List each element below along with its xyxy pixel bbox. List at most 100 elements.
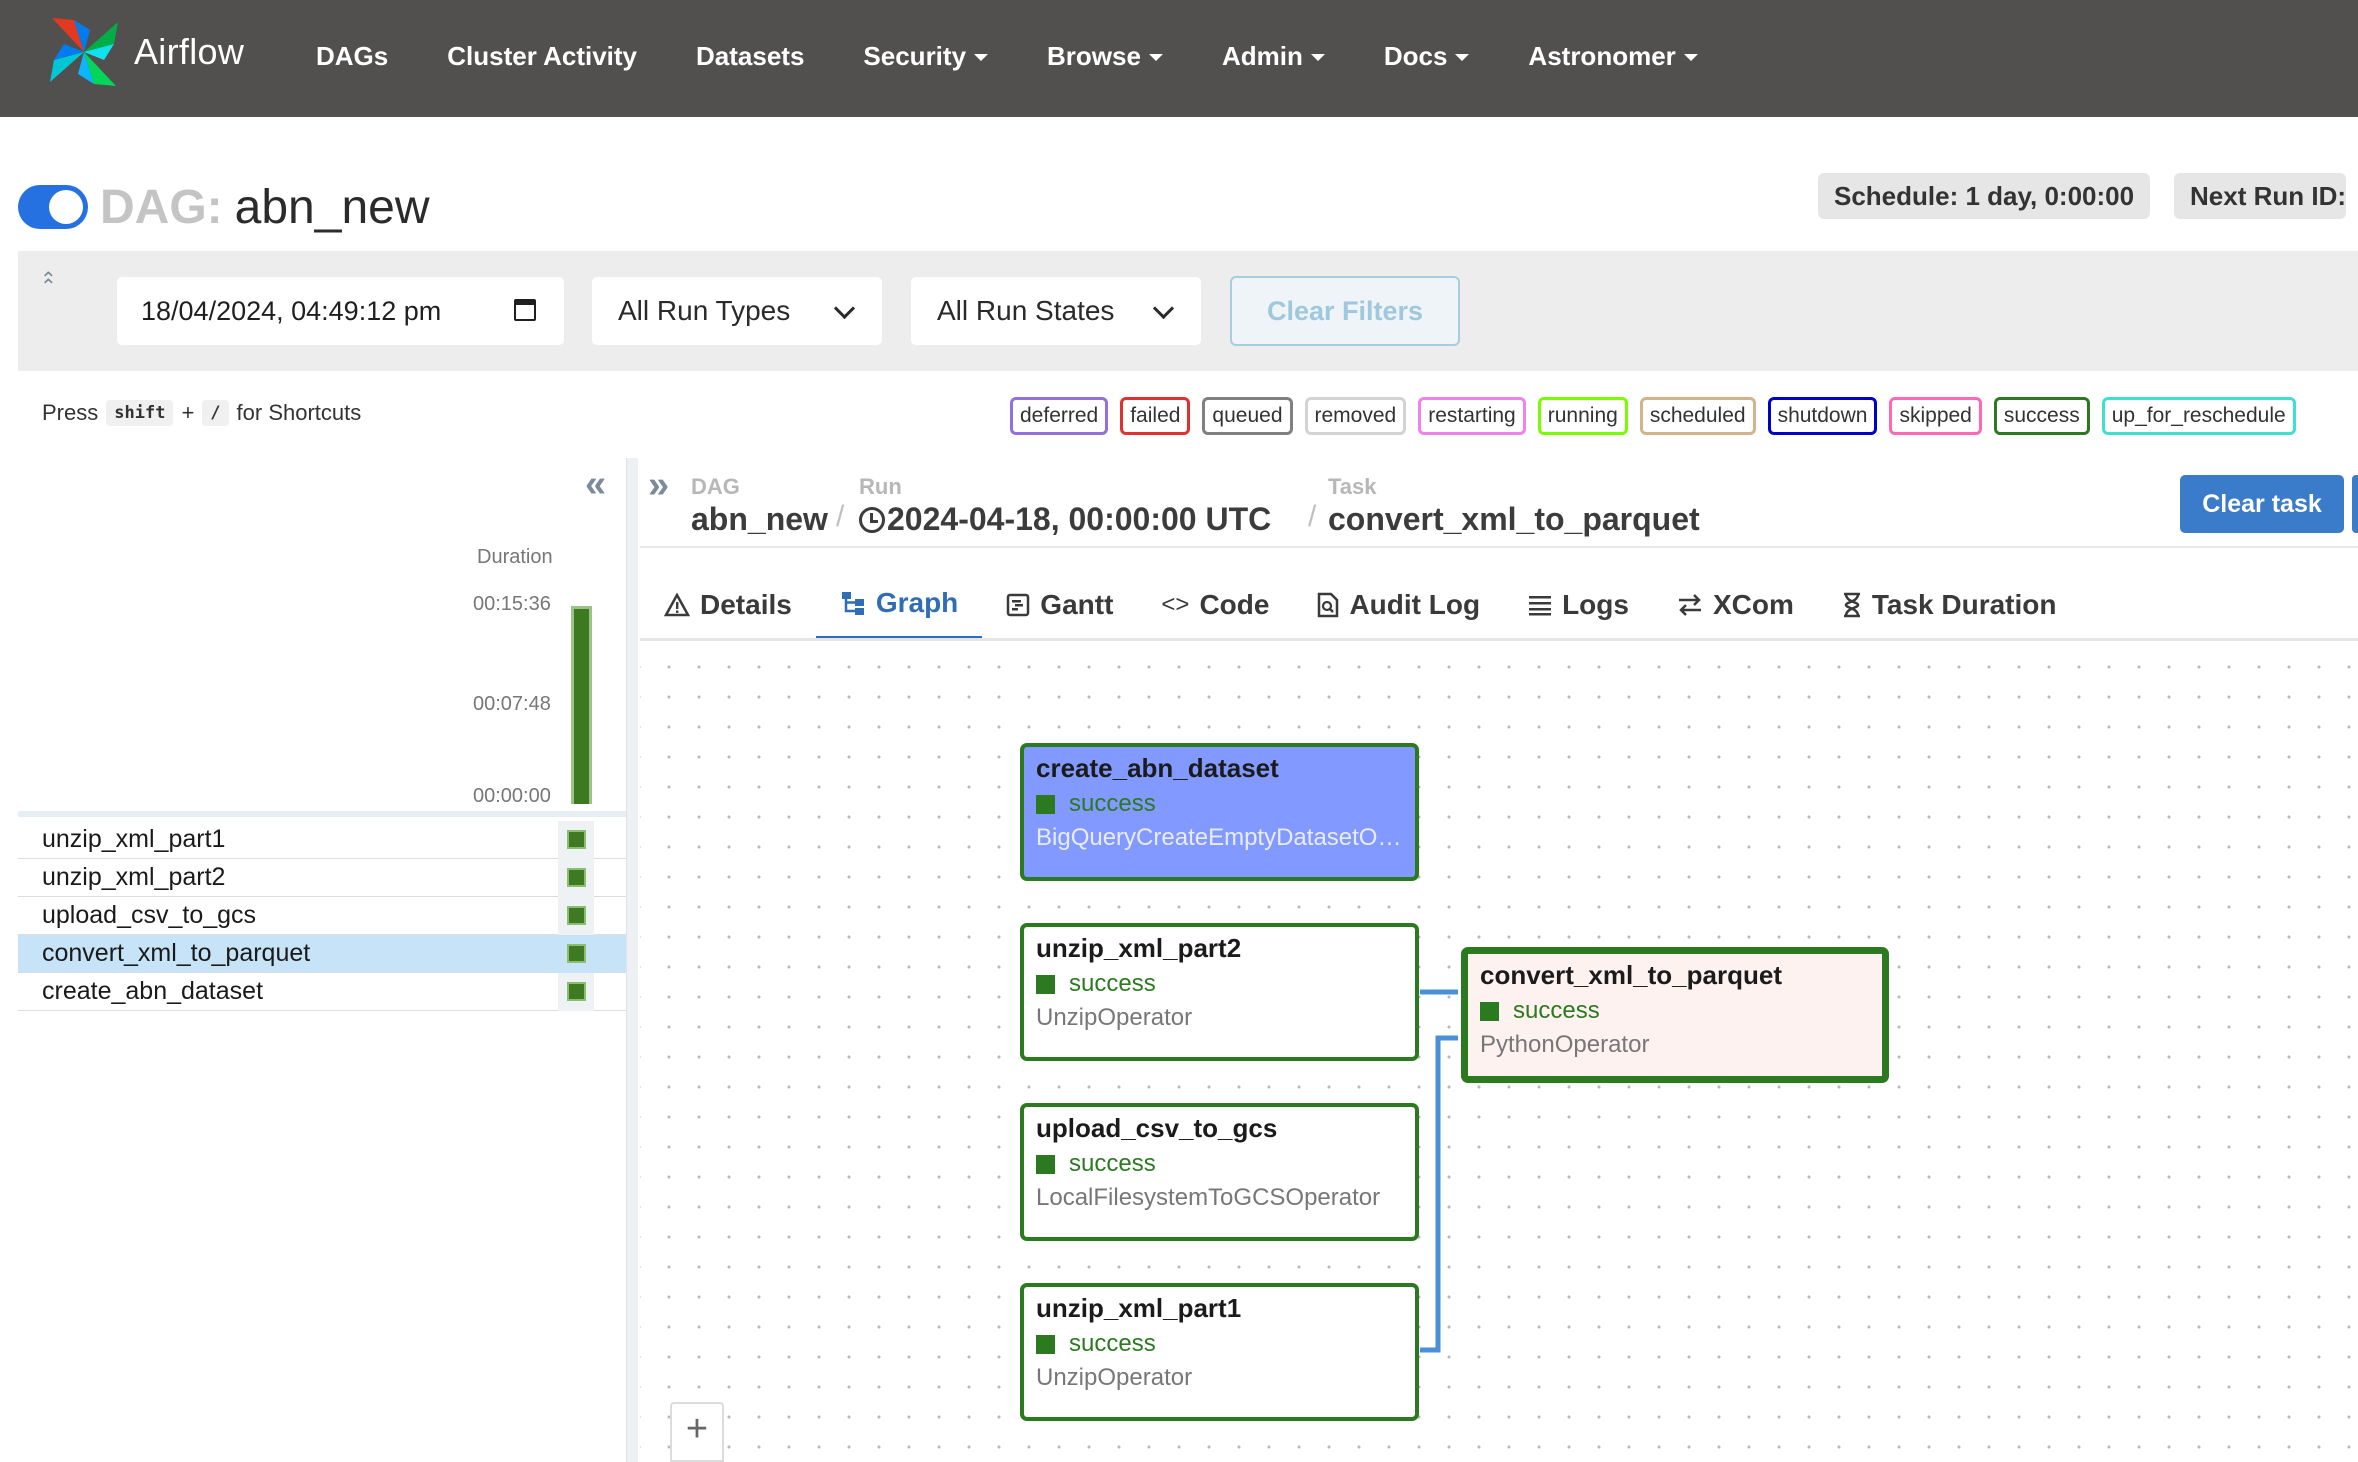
task-state-square-icon[interactable] [567, 868, 586, 887]
legend-removed[interactable]: removed [1304, 397, 1407, 435]
legend-deferred[interactable]: deferred [1010, 397, 1109, 435]
breadcrumb-task[interactable]: Task convert_xml_to_parquet [1328, 474, 1700, 538]
run-states-select[interactable]: All Run States [911, 277, 1201, 345]
nav-dags[interactable]: DAGs [316, 41, 388, 72]
tab-graph[interactable]: Graph [815, 570, 983, 640]
tab-details[interactable]: Details [640, 570, 816, 640]
node-name: upload_csv_to_gcs [1036, 1113, 1278, 1143]
task-row[interactable]: convert_xml_to_parquet [18, 935, 626, 973]
graph-node-selected[interactable]: convert_xml_to_parquet success PythonOpe… [1461, 947, 1889, 1083]
nav-security-label: Security [863, 40, 967, 71]
legend-restarting[interactable]: restarting [1418, 397, 1526, 435]
legend-skipped[interactable]: skipped [1889, 397, 1982, 435]
tab-audit-log[interactable]: Audit Log [1293, 570, 1504, 640]
tab-xcom[interactable]: XCom [1653, 570, 1818, 640]
nav-dags-label: DAGs [316, 40, 389, 71]
tab-code[interactable]: <> Code [1137, 570, 1293, 640]
tab-graph-label: Graph [875, 587, 959, 618]
legend-shutdown[interactable]: shutdown [1767, 397, 1878, 435]
graph-node[interactable]: upload_csv_to_gcs success LocalFilesyste… [1020, 1103, 1419, 1241]
nav-browse-label: Browse [1047, 40, 1141, 71]
graph-node[interactable]: unzip_xml_part1 success UnzipOperator [1020, 1283, 1419, 1421]
task-tabs: Details Graph Gantt <> Code Audit Log Lo… [640, 570, 2080, 640]
graph-node[interactable]: unzip_xml_part2 success UnzipOperator [1020, 923, 1419, 1061]
legend-up-for-reschedule[interactable]: up_for_reschedule [2101, 397, 2296, 435]
breadcrumb-run[interactable]: Run 2024-04-18, 00:00:00 UTC [859, 474, 1271, 538]
task-state-square-icon[interactable] [567, 944, 586, 963]
clear-filters-button[interactable]: Clear Filters [1230, 276, 1460, 346]
node-state: success [1036, 1330, 1403, 1358]
tab-gantt-label: Gantt [1040, 589, 1114, 620]
zoom-in-button[interactable]: + [670, 1402, 724, 1456]
node-operator: UnzipOperator [1036, 1364, 1193, 1391]
tab-logs[interactable]: Logs [1504, 570, 1653, 640]
nav-astronomer[interactable]: Astronomer [1528, 41, 1698, 72]
state-legend: deferred failed queued removed restarting run… [1010, 397, 2296, 435]
graph-node[interactable]: create_abn_dataset success BigQueryCreat… [1020, 743, 1419, 881]
nav-docs[interactable]: Docs [1384, 41, 1470, 72]
caret-down-icon [1683, 54, 1698, 61]
legend-failed[interactable]: failed [1120, 397, 1191, 435]
nav-security[interactable]: Security [863, 40, 989, 72]
expand-grid-icon[interactable]: » [648, 466, 669, 504]
next-run-badge[interactable]: Next Run ID: [2174, 173, 2346, 219]
task-state-square-icon[interactable] [567, 906, 586, 925]
nav-admin[interactable]: Admin [1222, 41, 1325, 72]
tab-task-duration[interactable]: Task Duration [1818, 570, 2081, 640]
dag-graph-canvas[interactable]: create_abn_dataset success BigQueryCreat… [640, 642, 2358, 1462]
task-row[interactable]: unzip_xml_part1 [18, 821, 626, 859]
nav-datasets[interactable]: Datasets [696, 41, 804, 72]
collapse-grid-icon[interactable]: « [585, 465, 606, 503]
base-date-value: 18/04/2024, 04:49:12 pm [141, 295, 442, 326]
legend-queued[interactable]: queued [1202, 397, 1293, 435]
node-state: success [1036, 970, 1403, 998]
nav-datasets-label: Datasets [696, 40, 805, 71]
logs-icon [1529, 596, 1552, 616]
run-types-select[interactable]: All Run Types [592, 277, 882, 345]
nav-browse[interactable]: Browse [1047, 41, 1163, 72]
zoom-out-button[interactable] [670, 1454, 724, 1462]
shortcuts-press: Press [42, 400, 99, 425]
node-state-label: success [1069, 1150, 1156, 1177]
task-row[interactable]: upload_csv_to_gcs [18, 897, 626, 935]
tab-task-duration-label: Task Duration [1871, 589, 2057, 620]
slash-key: / [202, 400, 229, 426]
hourglass-icon [1843, 592, 1860, 618]
shift-key: shift [106, 400, 174, 426]
tab-gantt[interactable]: Gantt [982, 570, 1137, 640]
task-state-square-icon[interactable] [567, 830, 586, 849]
caret-down-icon [1148, 54, 1163, 61]
clear-task-button[interactable]: Clear task [2180, 475, 2344, 533]
task-row-name: upload_csv_to_gcs [42, 901, 257, 929]
dag-pause-toggle[interactable] [18, 185, 88, 229]
edge-unzip-part1-to-convert [1420, 1035, 1458, 1353]
state-square-icon [1480, 1001, 1499, 1021]
panel-resize-handle[interactable] [626, 458, 638, 1462]
breadcrumb-dag[interactable]: DAG abn_new [691, 474, 828, 538]
nav-cluster-activity[interactable]: Cluster Activity [447, 41, 637, 72]
brand[interactable]: Airflow [44, 12, 244, 92]
collapse-up-icon[interactable]: ⌃ ⌃ [40, 267, 57, 317]
state-square-icon [1036, 974, 1055, 994]
legend-scheduled[interactable]: scheduled [1639, 397, 1756, 435]
dag-title: abn_new [234, 180, 430, 234]
task-row[interactable]: unzip_xml_part2 [18, 859, 626, 897]
task-row[interactable]: create_abn_dataset [18, 973, 626, 1011]
calendar-icon[interactable] [514, 299, 536, 321]
node-state-label: success [1069, 790, 1156, 817]
run-duration-bar[interactable] [571, 606, 592, 804]
audit-log-icon [1318, 592, 1339, 618]
shortcuts-suffix: for Shortcuts [236, 400, 362, 425]
filter-bar: ⌃ ⌃ 18/04/2024, 04:49:12 pm All Run Types… [18, 251, 2358, 371]
schedule-badge[interactable]: Schedule: 1 day, 0:00:00 [1818, 173, 2151, 219]
legend-success[interactable]: success [1993, 397, 2090, 435]
task-state-square-icon[interactable] [567, 982, 586, 1001]
mark-state-button[interactable] [2352, 475, 2358, 533]
node-name: create_abn_dataset [1036, 753, 1279, 783]
run-types-value: All Run Types [618, 295, 791, 326]
base-date-input[interactable]: 18/04/2024, 04:49:12 pm [117, 277, 564, 345]
task-row-name: unzip_xml_part1 [42, 825, 226, 853]
nav-docs-label: Docs [1383, 40, 1448, 71]
node-operator: PythonOperator [1480, 1031, 1650, 1058]
legend-running[interactable]: running [1537, 397, 1628, 435]
